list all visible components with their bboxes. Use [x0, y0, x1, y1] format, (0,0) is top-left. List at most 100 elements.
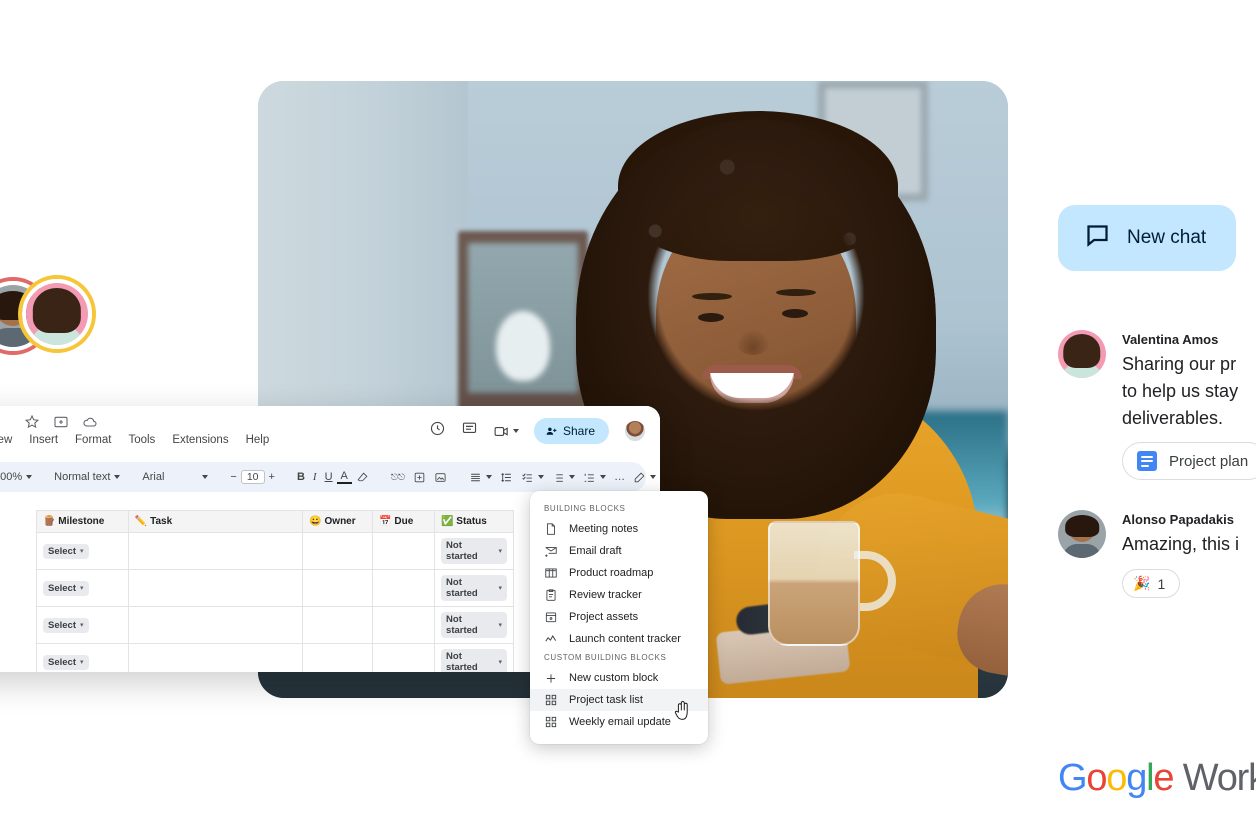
meet-icon[interactable] [493, 423, 519, 440]
insert-image-button[interactable] [430, 471, 451, 484]
line-spacing-button[interactable] [496, 471, 517, 484]
owner-emoji-icon: 😀 [309, 516, 322, 527]
new-chat-button[interactable]: New chat [1058, 205, 1236, 271]
menu-item-weekly-email-update[interactable]: Weekly email update [530, 711, 708, 733]
cell-owner[interactable] [302, 569, 374, 607]
account-avatar[interactable] [624, 420, 646, 442]
menu-item-format[interactable]: Format [75, 434, 111, 446]
menu-item-tools[interactable]: Tools [128, 434, 155, 446]
italic-button[interactable]: I [309, 471, 321, 483]
menu-item-launch-content-tracker[interactable]: Launch content tracker [530, 628, 708, 650]
cell-milestone[interactable]: Select ▾ [36, 643, 129, 672]
menu-item-new-custom-block[interactable]: New custom block [530, 667, 708, 689]
increase-font-size-button[interactable]: + [265, 471, 279, 483]
font-selector[interactable]: Arial [138, 471, 212, 483]
move-to-folder-icon[interactable] [53, 414, 69, 430]
menu-item-review-tracker[interactable]: Review tracker [530, 584, 708, 606]
insert-link-button[interactable]: ⎋⎋ [387, 472, 409, 483]
version-history-icon[interactable] [429, 420, 446, 442]
cell-owner[interactable] [302, 606, 374, 644]
cell-due[interactable] [372, 532, 436, 570]
cell-status[interactable]: Not started ▾ [434, 569, 514, 607]
table-header-due: 📅 Due [372, 510, 436, 533]
menu-item-help[interactable]: Help [246, 434, 270, 446]
avatar[interactable] [1058, 330, 1106, 378]
highlight-color-button[interactable] [352, 471, 373, 484]
menu-item-view[interactable]: iew [0, 434, 12, 446]
attachment-chip[interactable]: Project plan [1122, 442, 1256, 480]
cell-task[interactable] [127, 532, 304, 570]
cell-owner[interactable] [302, 532, 374, 570]
project-table: 🪵 Milestone ✏️ Task 😀 Owner 📅 Due ✅ Stat… [36, 510, 514, 672]
status-dropdown[interactable]: Not started ▾ [441, 612, 507, 638]
cell-task[interactable] [127, 643, 304, 672]
cell-milestone[interactable]: Select ▾ [36, 569, 129, 607]
party-popper-emoji-icon: 🎉 [1133, 575, 1151, 591]
status-dropdown[interactable]: Not started ▾ [441, 575, 507, 601]
milestone-dropdown[interactable]: Select ▾ [43, 617, 89, 633]
milestone-dropdown[interactable]: Select ▾ [43, 543, 89, 559]
milestone-dropdown[interactable]: Select ▾ [43, 654, 89, 670]
reaction-chip[interactable]: 🎉 1 [1122, 569, 1181, 598]
menu-item-insert[interactable]: Insert [29, 434, 58, 446]
cell-owner[interactable] [302, 643, 374, 672]
cell-status[interactable]: Not started ▾ [434, 532, 514, 570]
cell-due[interactable] [372, 569, 436, 607]
zoom-selector[interactable]: 100% [0, 471, 36, 483]
share-label: Share [562, 424, 595, 438]
cell-milestone[interactable]: Select ▾ [36, 532, 129, 570]
menu-item-project-task-list[interactable]: Project task list [530, 689, 708, 711]
chevron-down-icon: ▾ [80, 548, 84, 555]
comment-icon[interactable] [461, 420, 478, 442]
text-style-selector[interactable]: Normal text [50, 471, 124, 483]
google-docs-icon [1137, 451, 1157, 471]
chevron-down-icon [538, 475, 545, 479]
menu-item-extensions[interactable]: Extensions [172, 434, 228, 446]
status-dropdown[interactable]: Not started ▾ [441, 538, 507, 564]
star-icon[interactable] [24, 414, 40, 430]
message-text: Amazing, this i [1122, 534, 1240, 554]
more-options-button[interactable]: … [610, 471, 629, 483]
bulleted-list-button[interactable] [548, 471, 579, 484]
checklist-button[interactable] [517, 471, 548, 484]
status-dropdown[interactable]: Not started ▾ [441, 649, 507, 672]
chevron-down-icon[interactable] [512, 429, 519, 433]
align-button[interactable] [465, 471, 496, 484]
cell-milestone[interactable]: Select ▾ [36, 606, 129, 644]
screenshot-root: iew Insert Format Tools Extensions Help [0, 0, 1256, 826]
cell-status[interactable]: Not started ▾ [434, 643, 514, 672]
plus-icon [544, 671, 558, 685]
chevron-down-icon [26, 475, 33, 479]
google-workspace-logo: Google Work [1058, 757, 1256, 800]
menu-item-meeting-notes[interactable]: Meeting notes [530, 518, 708, 540]
menu-item-project-assets[interactable]: Project assets [530, 606, 708, 628]
menu-item-label: Launch content tracker [569, 633, 681, 645]
share-button[interactable]: Share [533, 418, 609, 444]
table-header-status: ✅ Status [434, 510, 514, 533]
milestone-dropdown[interactable]: Select ▾ [43, 580, 89, 596]
chat-bubble-icon [1084, 222, 1111, 255]
decrease-font-size-button[interactable]: − [226, 471, 240, 483]
menu-item-label: New custom block [569, 672, 659, 684]
add-comment-button[interactable] [409, 471, 430, 484]
chevron-down-icon [569, 475, 576, 479]
menu-item-email-draft[interactable]: Email draft [530, 540, 708, 562]
menu-item-product-roadmap[interactable]: Product roadmap [530, 562, 708, 584]
cell-due[interactable] [372, 643, 436, 672]
font-size-input[interactable]: 10 [240, 470, 265, 484]
avatar[interactable] [1058, 510, 1106, 558]
underline-button[interactable]: U [321, 471, 337, 483]
editing-mode-button[interactable] [629, 471, 660, 484]
cell-status[interactable]: Not started ▾ [434, 606, 514, 644]
bold-button[interactable]: B [293, 471, 309, 483]
numbered-list-button[interactable] [579, 471, 610, 484]
cloud-saved-icon[interactable] [82, 414, 98, 430]
chevron-down-icon: ▾ [498, 548, 502, 555]
cell-due[interactable] [372, 606, 436, 644]
message-body: Valentina Amos Sharing our pr to help us… [1122, 330, 1256, 480]
message-text: Sharing our pr to help us stay deliverab… [1122, 354, 1239, 428]
cell-task[interactable] [127, 569, 304, 607]
cell-task[interactable] [127, 606, 304, 644]
text-color-button[interactable]: A [336, 470, 352, 484]
avatar-collaborator-2[interactable] [22, 279, 92, 349]
